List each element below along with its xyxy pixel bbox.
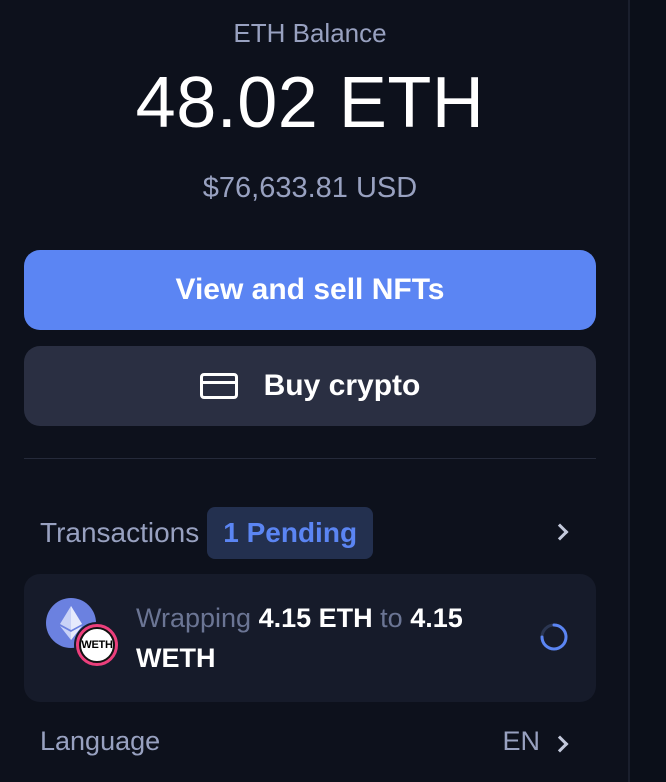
weth-logo-text: WETH [79, 627, 115, 663]
fiat-balance-amount: $76,633.81 USD [202, 172, 418, 204]
credit-card-icon [199, 373, 238, 399]
tx-to-token: WETH [136, 643, 216, 673]
pending-badge: 1 Pending [207, 507, 374, 559]
transactions-row[interactable]: Transactions 1 Pending [24, 506, 596, 560]
buy-crypto-button[interactable]: Buy crypto [24, 346, 596, 426]
language-setting-row[interactable]: Language EN [24, 718, 596, 768]
view-and-sell-nfts-button[interactable]: View and sell NFTs [24, 250, 596, 330]
view-and-sell-nfts-label: View and sell NFTs [175, 273, 445, 306]
right-gutter [630, 0, 666, 782]
chevron-right-icon [551, 523, 569, 541]
section-divider [24, 458, 596, 459]
buy-crypto-label: Buy crypto [263, 369, 421, 402]
weth-icon: WETH [74, 622, 120, 668]
chevron-right-icon [551, 735, 569, 753]
tx-connector: to [380, 603, 403, 633]
transaction-description: Wrapping 4.15 ETH to 4.15 WETH [136, 598, 516, 678]
language-value: EN [502, 726, 540, 756]
tx-verb: Wrapping [136, 603, 252, 633]
eth-balance-amount: 48.02 ETH [135, 63, 485, 143]
language-label: Language [40, 726, 161, 756]
transactions-label: Transactions [40, 517, 200, 548]
tx-from-amount: 4.15 ETH [258, 603, 373, 633]
loading-spinner-icon [540, 623, 568, 651]
tx-to-amount: 4.15 [410, 603, 463, 633]
balance-label: ETH Balance [233, 18, 387, 48]
pending-transaction-card[interactable]: WETH Wrapping 4.15 ETH to 4.15 WETH [24, 574, 596, 702]
wallet-panel: ETH Balance 48.02 ETH $76,633.81 USD Vie… [0, 0, 628, 782]
